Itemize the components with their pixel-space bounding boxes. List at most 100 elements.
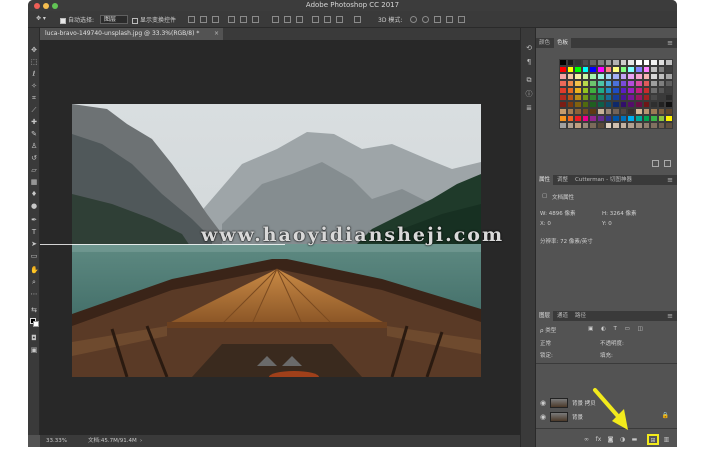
- color-swatch[interactable]: [627, 115, 635, 122]
- color-swatch[interactable]: [596, 59, 605, 66]
- color-swatch[interactable]: [559, 80, 567, 87]
- color-swatch[interactable]: [559, 108, 567, 115]
- color-swatch[interactable]: [665, 108, 673, 115]
- eyedropper-tool-icon[interactable]: ⟋: [30, 106, 38, 114]
- color-swatch[interactable]: [559, 59, 567, 66]
- auto-select-checkbox[interactable]: 自动选择:: [60, 15, 94, 24]
- color-swatch[interactable]: [612, 122, 620, 129]
- color-swatch[interactable]: [650, 94, 658, 101]
- swatch-grid[interactable]: [559, 59, 673, 129]
- color-swatch[interactable]: [634, 108, 643, 115]
- color-swatch[interactable]: [589, 101, 597, 108]
- color-swatch[interactable]: [604, 87, 613, 94]
- color-swatch[interactable]: [657, 101, 666, 108]
- color-swatch[interactable]: [612, 87, 620, 94]
- color-swatch[interactable]: [627, 59, 635, 66]
- history-panel-icon[interactable]: ⟲: [525, 44, 533, 52]
- zoom-tool-icon[interactable]: ⌕: [30, 278, 38, 286]
- color-swatch[interactable]: [574, 94, 582, 101]
- tab-swatches[interactable]: 色板: [554, 38, 572, 48]
- layer-name[interactable]: 背景: [572, 413, 583, 421]
- pen-tool-icon[interactable]: ✒: [30, 216, 38, 224]
- color-swatch[interactable]: [596, 87, 605, 94]
- quick-mask-icon[interactable]: ◘: [30, 334, 38, 342]
- color-swatch[interactable]: [559, 94, 567, 101]
- color-swatch[interactable]: [612, 108, 620, 115]
- more-tools-icon[interactable]: ⋯: [30, 290, 38, 298]
- color-swatch[interactable]: [574, 73, 582, 80]
- color-swatch[interactable]: [665, 66, 673, 73]
- color-swatch[interactable]: [559, 87, 567, 94]
- color-swatch[interactable]: [657, 122, 666, 129]
- tab-cutterman[interactable]: Cutterman - 切图神器: [572, 175, 635, 185]
- color-swatch[interactable]: [634, 87, 643, 94]
- color-swatch[interactable]: [619, 80, 628, 87]
- color-swatch[interactable]: [604, 80, 613, 87]
- color-swatch[interactable]: [566, 66, 575, 73]
- delete-layer-icon[interactable]: ▥: [662, 435, 671, 444]
- color-swatch[interactable]: [657, 108, 666, 115]
- color-swatch[interactable]: [634, 80, 643, 87]
- document-tab[interactable]: luca-bravo-149740-unsplash.jpg @ 33.3%(R…: [40, 28, 223, 40]
- color-swatch[interactable]: [574, 80, 582, 87]
- color-swatch[interactable]: [642, 59, 651, 66]
- align-right-icon[interactable]: [252, 16, 259, 23]
- color-swatch[interactable]: [566, 80, 575, 87]
- color-swatch[interactable]: [604, 101, 613, 108]
- color-swatch[interactable]: [574, 115, 582, 122]
- color-swatch[interactable]: [657, 94, 666, 101]
- color-swatch[interactable]: [566, 115, 575, 122]
- color-swatch[interactable]: [642, 122, 651, 129]
- color-swatch[interactable]: [657, 87, 666, 94]
- color-swatch[interactable]: [596, 122, 605, 129]
- color-swatch[interactable]: [657, 59, 666, 66]
- color-swatch[interactable]: [589, 73, 597, 80]
- color-swatch[interactable]: [650, 66, 658, 73]
- color-swatch[interactable]: [574, 101, 582, 108]
- color-swatch[interactable]: [619, 66, 628, 73]
- color-swatch[interactable]: [665, 94, 673, 101]
- color-swatch[interactable]: [612, 80, 620, 87]
- align-vcenter-icon[interactable]: [200, 16, 207, 23]
- distribute-vcenter-icon[interactable]: [284, 16, 291, 23]
- history-brush-tool-icon[interactable]: ↺: [30, 154, 38, 162]
- color-swatch[interactable]: [604, 66, 613, 73]
- color-swatch[interactable]: [574, 87, 582, 94]
- color-swatch[interactable]: [612, 94, 620, 101]
- tab-adjustments[interactable]: 调整: [554, 175, 571, 185]
- color-swatch[interactable]: [665, 122, 673, 129]
- distribute-bottom-icon[interactable]: [296, 16, 303, 23]
- color-swatch[interactable]: [581, 101, 590, 108]
- color-swatch[interactable]: [650, 108, 658, 115]
- layer-filter-icons[interactable]: ▣ ◐ T ▭ ◫: [588, 326, 646, 332]
- color-swatch[interactable]: [596, 73, 605, 80]
- clone-stamp-tool-icon[interactable]: ♙: [30, 142, 38, 150]
- rectangle-tool-icon[interactable]: ▭: [30, 252, 38, 260]
- eye-icon[interactable]: ◉: [540, 413, 546, 421]
- color-swatch[interactable]: [574, 108, 582, 115]
- zoom-level[interactable]: 33.33%: [46, 435, 67, 447]
- color-swatch[interactable]: [589, 108, 597, 115]
- move-tool-icon[interactable]: ✥ ▾: [36, 15, 46, 22]
- tab-channels[interactable]: 通道: [554, 311, 571, 321]
- color-swatch[interactable]: [612, 59, 620, 66]
- color-swatch[interactable]: [574, 122, 582, 129]
- 3d-pan-icon[interactable]: [434, 16, 441, 23]
- move-tool-icon[interactable]: ✥: [30, 46, 38, 54]
- color-swatch[interactable]: [627, 101, 635, 108]
- show-transform-checkbox[interactable]: 显示变换控件: [132, 15, 176, 24]
- color-swatch[interactable]: [650, 73, 658, 80]
- color-swatch[interactable]: [657, 66, 666, 73]
- color-swatch[interactable]: [589, 59, 597, 66]
- color-swatch[interactable]: [650, 101, 658, 108]
- brush-tool-icon[interactable]: ✎: [30, 130, 38, 138]
- color-swatch[interactable]: [657, 115, 666, 122]
- 3d-orbit-icon[interactable]: [410, 16, 417, 23]
- new-swatch-icon[interactable]: [652, 160, 659, 167]
- color-swatch[interactable]: [612, 101, 620, 108]
- auto-select-dropdown[interactable]: 图层: [100, 15, 128, 24]
- color-swatch[interactable]: [665, 80, 673, 87]
- color-swatch[interactable]: [650, 122, 658, 129]
- color-swatch[interactable]: [581, 115, 590, 122]
- color-swatch[interactable]: [566, 108, 575, 115]
